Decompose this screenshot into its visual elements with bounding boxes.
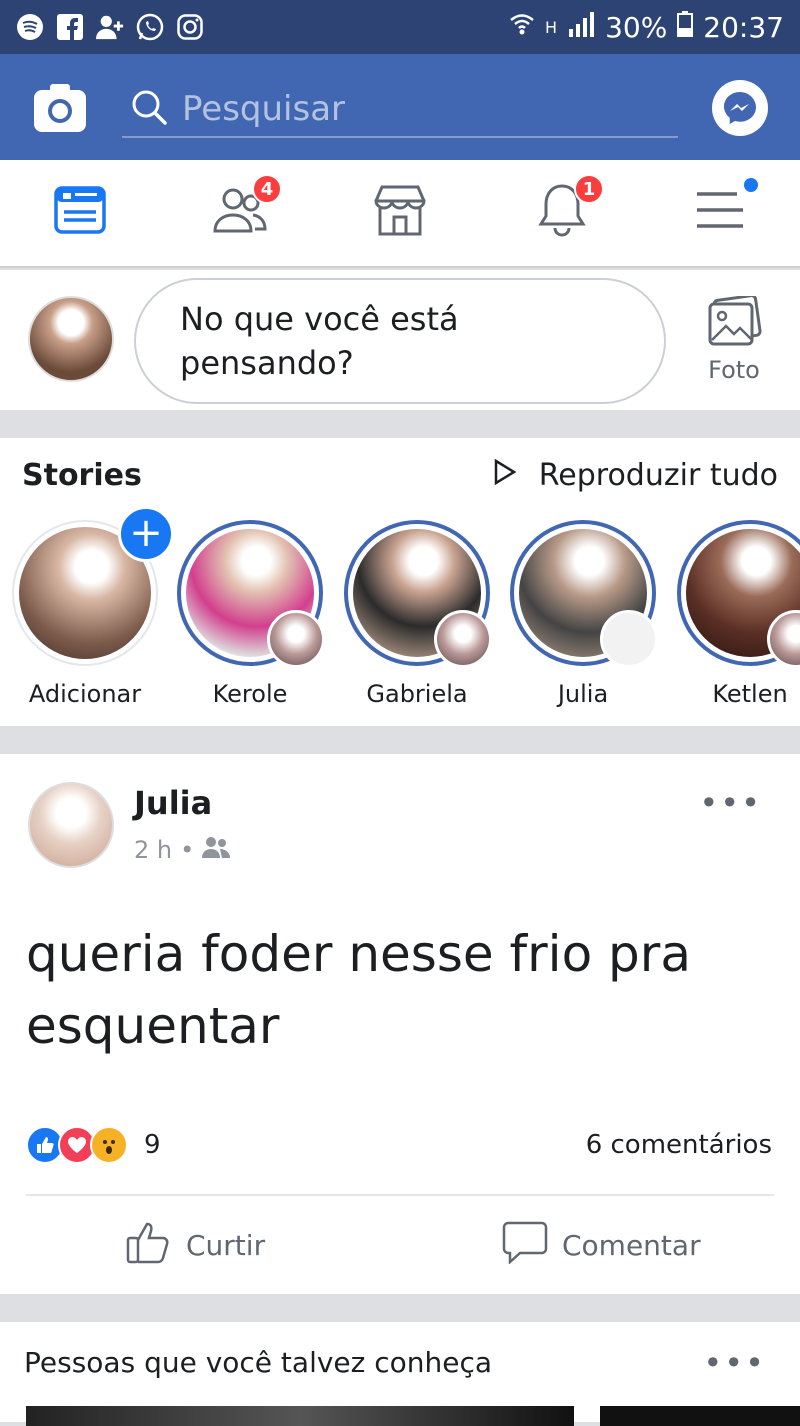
friends-badge: 4 bbox=[252, 174, 282, 204]
battery-percent: 30% bbox=[605, 10, 668, 44]
pymk-title: Pessoas que você talvez conheça bbox=[24, 1346, 493, 1379]
tab-marketplace[interactable] bbox=[370, 182, 430, 242]
wifi-icon bbox=[509, 11, 535, 44]
spotify-icon bbox=[16, 13, 44, 41]
camera-icon[interactable] bbox=[34, 82, 86, 132]
story-avatar bbox=[344, 520, 492, 668]
battery-icon bbox=[677, 10, 694, 44]
story-name: Kerole bbox=[212, 680, 288, 708]
feed-post: Julia 2 h • ••• queria foder nesse frio … bbox=[0, 754, 800, 1294]
post-composer: No que você está pensando? Foto bbox=[0, 270, 800, 410]
like-button[interactable]: Curtir bbox=[126, 1220, 265, 1271]
clock: 20:37 bbox=[703, 10, 784, 44]
story-avatar bbox=[177, 520, 325, 668]
tab-news-feed[interactable] bbox=[50, 182, 110, 242]
more-options-icon[interactable]: ••• bbox=[699, 784, 762, 822]
notifications-badge: 1 bbox=[574, 174, 604, 204]
search-input[interactable] bbox=[182, 89, 662, 129]
top-app-bar bbox=[0, 54, 800, 160]
story-user-avatar bbox=[267, 610, 325, 668]
nav-tabs: 4 1 bbox=[0, 160, 800, 268]
story-avatar bbox=[510, 520, 658, 668]
story-name: Ketlen bbox=[712, 680, 788, 708]
stories-title: Stories bbox=[22, 458, 142, 493]
comments-count[interactable]: 6 comentários bbox=[586, 1130, 772, 1160]
avatar[interactable] bbox=[28, 782, 114, 868]
pymk-card[interactable] bbox=[26, 1406, 574, 1426]
avatar[interactable] bbox=[28, 296, 114, 382]
story-item[interactable]: Gabriela bbox=[342, 520, 492, 708]
reaction-count: 9 bbox=[144, 1130, 161, 1160]
photo-label: Foto bbox=[708, 356, 760, 384]
whatsapp-icon bbox=[136, 13, 164, 41]
tab-notifications[interactable]: 1 bbox=[532, 174, 604, 242]
story-user-avatar bbox=[600, 610, 658, 668]
thumbs-up-icon bbox=[126, 1220, 172, 1271]
post-author[interactable]: Julia bbox=[134, 784, 212, 822]
instagram-icon bbox=[176, 13, 204, 41]
messenger-icon[interactable] bbox=[712, 80, 768, 136]
hamburger-menu-icon bbox=[695, 188, 745, 236]
reactions-summary[interactable]: 9 bbox=[26, 1126, 161, 1164]
story-avatar: + bbox=[12, 506, 174, 666]
play-icon bbox=[493, 458, 517, 493]
pymk-card[interactable] bbox=[600, 1406, 800, 1426]
play-all-button[interactable]: Reproduzir tudo bbox=[493, 458, 778, 493]
network-type-label: H bbox=[545, 17, 558, 37]
people-you-may-know: Pessoas que você talvez conheça ••• bbox=[0, 1322, 800, 1426]
post-meta: 2 h • bbox=[134, 836, 231, 864]
tab-menu[interactable] bbox=[690, 178, 758, 242]
stories-section: Stories Reproduzir tudo + Adicionar Kero… bbox=[0, 438, 800, 726]
more-options-icon[interactable]: ••• bbox=[703, 1344, 766, 1382]
photo-icon bbox=[706, 294, 762, 346]
story-avatar bbox=[677, 520, 800, 668]
story-name: Adicionar bbox=[28, 680, 142, 708]
story-name: Julia bbox=[557, 680, 609, 708]
status-input[interactable]: No que você está pensando? bbox=[134, 278, 666, 404]
wow-reaction-icon bbox=[90, 1126, 128, 1164]
add-friend-icon bbox=[96, 13, 124, 41]
comment-icon bbox=[502, 1220, 548, 1271]
status-bar: H 30% 20:37 bbox=[0, 0, 800, 54]
add-story-plus-icon[interactable]: + bbox=[118, 506, 174, 562]
story-item[interactable]: Julia bbox=[508, 520, 658, 708]
story-add[interactable]: + Adicionar bbox=[10, 506, 174, 708]
comment-button[interactable]: Comentar bbox=[502, 1220, 701, 1271]
play-all-label: Reproduzir tudo bbox=[538, 458, 778, 493]
friends-audience-icon bbox=[202, 836, 231, 864]
news-feed-icon bbox=[54, 184, 106, 240]
marketplace-icon bbox=[372, 183, 428, 241]
signal-icon bbox=[567, 11, 595, 44]
search-bar[interactable] bbox=[122, 82, 678, 138]
divider bbox=[26, 1194, 774, 1196]
story-name: Gabriela bbox=[366, 680, 468, 708]
tab-friends[interactable]: 4 bbox=[210, 174, 282, 242]
like-label: Curtir bbox=[186, 1229, 266, 1262]
comment-label: Comentar bbox=[562, 1229, 701, 1262]
menu-notification-dot bbox=[744, 178, 758, 192]
facebook-icon bbox=[56, 13, 84, 41]
search-icon bbox=[130, 88, 168, 130]
story-item[interactable]: Ketlen bbox=[675, 520, 800, 708]
post-text: queria foder nesse frio pra esquentar bbox=[26, 925, 691, 1055]
post-time[interactable]: 2 h bbox=[134, 836, 172, 864]
story-user-avatar bbox=[434, 610, 492, 668]
separator-dot: • bbox=[180, 836, 195, 864]
photo-button[interactable]: Foto bbox=[696, 294, 772, 384]
story-item[interactable]: Kerole bbox=[175, 520, 325, 708]
